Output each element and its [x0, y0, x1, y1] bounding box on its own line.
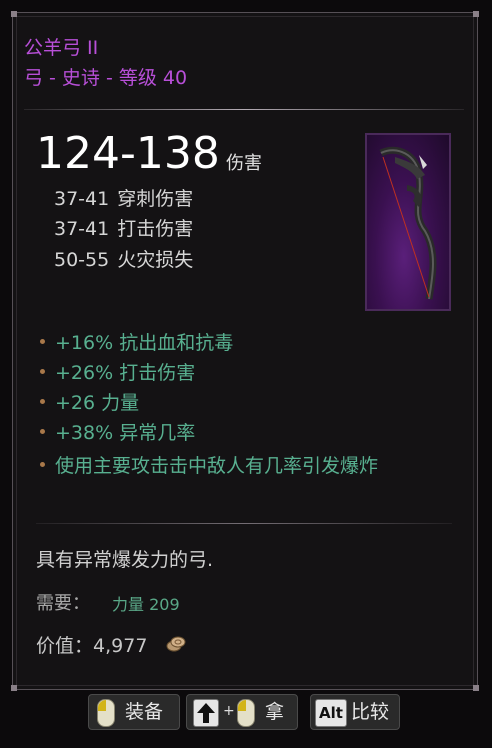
bullet-icon	[40, 429, 45, 434]
mouse-left-click-icon	[237, 699, 255, 727]
item-value: 价值：4,977	[36, 633, 147, 659]
affix-text: +38% 异常几率	[55, 422, 196, 444]
sub-damage-range: 50-55	[54, 249, 110, 271]
requirement-value: 力量 209	[112, 595, 180, 614]
control-hints: 装备 + 拿 Alt 比较	[88, 694, 402, 734]
item-type-line: 弓 - 史诗 - 等级 40	[24, 67, 188, 89]
corner-ornament	[473, 11, 479, 17]
plus-sign: +	[223, 703, 235, 719]
affix-row: +26 力量	[36, 388, 139, 418]
affix-row: +16% 抗出血和抗毒	[36, 328, 233, 358]
coin-icon	[166, 636, 186, 652]
sub-damage-row: 37-41 穿刺伤害	[54, 186, 193, 212]
section-divider	[36, 523, 452, 524]
bullet-icon	[40, 369, 45, 374]
compare-button[interactable]: Alt 比较	[310, 694, 400, 730]
affix-text: +26 力量	[55, 392, 140, 414]
sub-damage-range: 37-41	[54, 218, 110, 240]
affix-row: 使用主要攻击击中敌人有几率引发爆炸	[36, 452, 456, 480]
value-amount: 4,977	[93, 635, 148, 657]
header-divider	[24, 109, 464, 110]
requirement-label: 需要：	[36, 593, 90, 614]
take-button[interactable]: + 拿	[186, 694, 298, 730]
sub-damage-row: 37-41 打击伤害	[54, 216, 193, 242]
value-label: 价值：	[36, 635, 94, 657]
shift-key-icon	[193, 699, 219, 727]
bullet-icon	[40, 462, 45, 467]
sub-damage-range: 37-41	[54, 188, 110, 210]
sub-damage-label: 穿刺伤害	[117, 188, 194, 210]
damage-range: 124-138	[36, 128, 220, 179]
corner-ornament	[11, 11, 17, 17]
corner-ornament	[11, 685, 17, 691]
bullet-icon	[40, 399, 45, 404]
compare-label: 比较	[351, 701, 390, 723]
bow-item-icon	[365, 133, 451, 311]
alt-key-icon: Alt	[315, 699, 347, 727]
affix-row: +26% 打击伤害	[36, 358, 195, 388]
mouse-left-click-icon	[97, 699, 115, 727]
item-description: 具有异常爆发力的弓.	[36, 549, 214, 571]
affix-row: +38% 异常几率	[36, 418, 195, 448]
sub-damage-label: 火灾损失	[117, 249, 194, 271]
sub-damage-label: 打击伤害	[117, 218, 194, 240]
affix-text: 使用主要攻击击中敌人有几率引发爆炸	[55, 455, 379, 477]
take-label: 拿	[265, 701, 285, 723]
sub-damage-row: 50-55 火灾损失	[54, 247, 193, 273]
bow-icon	[379, 146, 437, 300]
corner-ornament	[473, 685, 479, 691]
up-arrow-icon	[197, 703, 215, 723]
equip-label: 装备	[125, 701, 164, 723]
bullet-icon	[40, 339, 45, 344]
damage-label: 伤害	[226, 153, 262, 174]
affix-text: +26% 打击伤害	[55, 362, 196, 384]
item-name: 公羊弓 II	[24, 37, 99, 59]
equip-button[interactable]: 装备	[88, 694, 180, 730]
affix-text: +16% 抗出血和抗毒	[55, 332, 234, 354]
